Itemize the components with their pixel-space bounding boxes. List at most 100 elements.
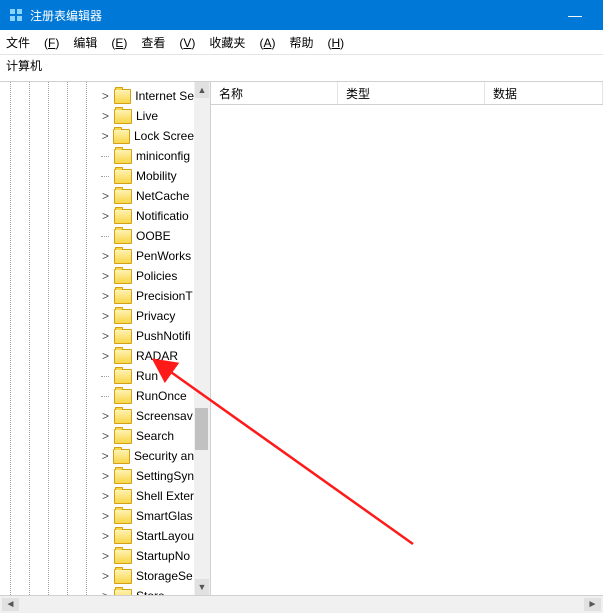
folder-icon — [114, 529, 132, 544]
folder-icon — [114, 369, 132, 384]
tree-node-label: Mobility — [136, 169, 177, 183]
scroll-thumb[interactable] — [195, 408, 208, 450]
chevron-right-icon[interactable]: > — [100, 331, 111, 342]
chevron-right-icon[interactable]: > — [100, 131, 110, 142]
chevron-right-icon[interactable]: > — [100, 271, 111, 282]
tree-node[interactable]: > Notificatio — [100, 206, 194, 226]
chevron-right-icon[interactable]: > — [100, 91, 111, 102]
tree-node[interactable]: >Policies — [100, 266, 194, 286]
chevron-right-icon[interactable]: > — [100, 531, 111, 542]
menubar: 文件(F) 编辑(E) 查看(V) 收藏夹(A) 帮助(H) — [0, 30, 603, 55]
folder-icon — [114, 589, 132, 596]
tree-connector — [100, 171, 111, 182]
tree-node[interactable]: > Live — [100, 106, 194, 126]
tree-node[interactable]: > Privacy — [100, 306, 194, 326]
tree-node[interactable]: >NetCache — [100, 186, 194, 206]
chevron-right-icon[interactable]: > — [100, 451, 110, 462]
tree-vscrollbar[interactable]: ▲ ▼ — [194, 82, 210, 595]
chevron-right-icon[interactable]: > — [100, 491, 111, 502]
chevron-right-icon[interactable]: > — [100, 431, 111, 442]
tree-node[interactable]: >SmartGlas — [100, 506, 194, 526]
tree-node[interactable]: >Lock Scree — [100, 126, 194, 146]
tree-node[interactable]: RunOnce — [100, 386, 194, 406]
chevron-right-icon[interactable]: > — [100, 471, 111, 482]
tree-connector — [100, 391, 111, 402]
menu-view[interactable]: 查看(V) — [141, 34, 195, 51]
tree-node-label: PenWorks — [136, 249, 191, 263]
tree-node[interactable]: >Store — [100, 586, 194, 595]
tree-node[interactable]: >SettingSyn — [100, 466, 194, 486]
col-data[interactable]: 数据 — [485, 82, 603, 104]
folder-icon — [114, 229, 132, 244]
tree-node[interactable]: miniconfig — [100, 146, 194, 166]
menu-favorites[interactable]: 收藏夹(A) — [209, 34, 275, 51]
col-name[interactable]: 名称 — [211, 82, 338, 104]
folder-icon — [114, 269, 132, 284]
chevron-right-icon[interactable]: > — [100, 571, 111, 582]
tree-node[interactable]: >Shell Exter — [100, 486, 194, 506]
chevron-right-icon[interactable]: > — [100, 551, 111, 562]
scroll-track[interactable] — [194, 98, 210, 579]
tree-node-label: PrecisionT — [136, 289, 193, 303]
menu-help[interactable]: 帮助(H) — [289, 34, 344, 51]
folder-icon — [114, 469, 132, 484]
menu-file[interactable]: 文件(F) — [6, 34, 59, 51]
tree-node-label: OOBE — [136, 229, 171, 243]
tree-node-label: Live — [136, 109, 158, 123]
tree-connector — [100, 371, 111, 382]
tree-node[interactable]: > PenWorks — [100, 246, 194, 266]
tree-node[interactable]: > Search — [100, 426, 194, 446]
chevron-right-icon[interactable]: > — [100, 411, 111, 422]
tree-node[interactable]: >RADAR — [100, 346, 194, 366]
folder-icon — [114, 89, 132, 104]
chevron-right-icon[interactable]: > — [100, 591, 111, 596]
chevron-right-icon[interactable]: > — [100, 211, 111, 222]
list-pane: 名称 类型 数据 — [211, 82, 603, 595]
folder-icon — [114, 289, 132, 304]
scroll-up-arrow-icon[interactable]: ▲ — [195, 82, 209, 98]
tree-node-label: Search — [136, 429, 174, 443]
tree-node-label: StartupNo — [136, 549, 190, 563]
chevron-right-icon[interactable]: > — [100, 311, 111, 322]
tree-node[interactable]: > Security an — [100, 446, 194, 466]
col-type[interactable]: 类型 — [338, 82, 485, 104]
tree-node[interactable]: >PushNotifi — [100, 326, 194, 346]
chevron-right-icon[interactable]: > — [100, 251, 111, 262]
menu-edit[interactable]: 编辑(E) — [73, 34, 127, 51]
window-title: 注册表编辑器 — [30, 7, 555, 24]
tree-node[interactable]: >Internet Se — [100, 86, 194, 106]
address-bar[interactable]: 计算机 — [0, 55, 603, 82]
list-header[interactable]: 名称 类型 数据 — [211, 82, 603, 105]
tree-node[interactable]: >StorageSe — [100, 566, 194, 586]
scroll-left-arrow-icon[interactable]: ◄ — [2, 598, 19, 611]
chevron-right-icon[interactable]: > — [100, 511, 111, 522]
titlebar[interactable]: 注册表编辑器 — — [0, 0, 603, 30]
scroll-down-arrow-icon[interactable]: ▼ — [195, 579, 209, 595]
folder-icon — [114, 389, 132, 404]
tree-node[interactable]: OOBE — [100, 226, 194, 246]
tree-node-label: Security an — [134, 449, 194, 463]
folder-icon — [114, 349, 132, 364]
tree-node[interactable]: > StartLayou — [100, 526, 194, 546]
scroll-right-arrow-icon[interactable]: ► — [584, 598, 601, 611]
tree-node-label: Privacy — [136, 309, 175, 323]
chevron-right-icon[interactable]: > — [100, 291, 111, 302]
hscrollbar[interactable]: ◄ ► — [0, 595, 603, 613]
folder-icon — [114, 409, 132, 424]
tree-node[interactable]: Run — [100, 366, 194, 386]
tree-node-label: StartLayou — [136, 529, 194, 543]
tree-guide-lines — [0, 82, 105, 595]
chevron-right-icon[interactable]: > — [100, 111, 111, 122]
chevron-right-icon[interactable]: > — [100, 351, 111, 362]
tree-node[interactable]: Mobility — [100, 166, 194, 186]
tree-connector — [100, 231, 111, 242]
folder-icon — [114, 429, 132, 444]
tree-node-label: Notificatio — [136, 209, 189, 223]
tree-node[interactable]: >Screensav — [100, 406, 194, 426]
folder-icon — [113, 129, 130, 144]
list-body[interactable] — [211, 105, 603, 595]
tree-node[interactable]: > PrecisionT — [100, 286, 194, 306]
chevron-right-icon[interactable]: > — [100, 191, 111, 202]
minimize-button[interactable]: — — [555, 7, 595, 23]
tree-node[interactable]: > StartupNo — [100, 546, 194, 566]
